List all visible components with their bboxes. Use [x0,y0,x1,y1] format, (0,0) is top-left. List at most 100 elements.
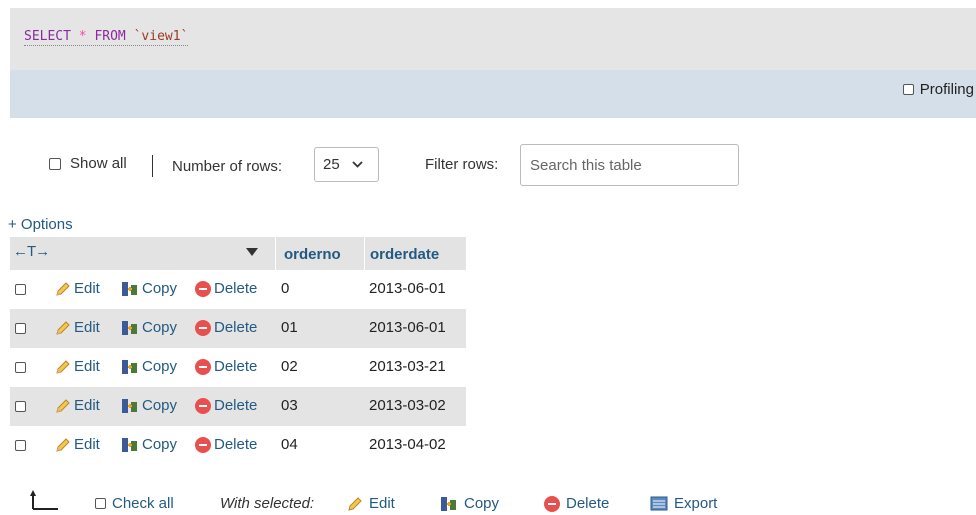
sql-star: * [78,29,87,44]
table-navigation: Show all Number of rows: 25 Filter rows:… [0,144,976,186]
copy-label: Copy [142,397,178,414]
row-copy-link[interactable]: Copy [121,358,177,375]
delete-label: Delete [214,358,258,375]
copy-label: Copy [142,436,178,453]
row-checkbox[interactable] [15,284,26,295]
profiling-toggle[interactable]: Profiling [902,81,974,98]
copy-icon [122,437,137,452]
copy-icon [122,359,137,374]
row-edit-link[interactable]: Edit [55,358,100,375]
delete-icon [195,280,211,297]
table-row: Edit Copy Delete 03 2013-03-02 [10,387,466,426]
sql-query[interactable]: SELECT * FROM `view1` [24,29,189,46]
search-input[interactable]: Search this table [520,144,739,186]
bulk-copy-button[interactable]: Copy [440,495,499,512]
edit-label: Edit [74,358,100,375]
delete-icon [544,495,560,512]
show-all-toggle[interactable]: Show all [49,155,127,172]
cell-orderno: 03 [281,397,298,414]
table-row: Edit Copy Delete 01 2013-06-01 [10,309,466,348]
bulk-edit-label: Edit [369,495,395,512]
row-copy-link[interactable]: Copy [121,319,177,336]
row-delete-link[interactable]: Delete [195,436,257,453]
export-icon [650,496,668,511]
rows-select-value: 25 [323,156,340,173]
copy-icon [122,398,137,413]
column-separator [275,237,276,270]
row-delete-link[interactable]: Delete [195,280,257,297]
edit-label: Edit [74,397,100,414]
row-delete-link[interactable]: Delete [195,319,257,336]
cell-orderdate: 2013-03-02 [369,397,446,414]
bulk-delete-button[interactable]: Delete [544,495,609,512]
number-of-rows-select[interactable]: 25 [314,147,379,182]
edit-label: Edit [74,436,100,453]
sort-dropdown-icon[interactable] [246,248,258,256]
pencil-icon [56,437,70,452]
row-checkbox[interactable] [15,362,26,373]
copy-icon [441,496,456,511]
check-all-toggle[interactable]: Check all [95,495,174,512]
copy-icon [122,320,137,335]
nav-separator [152,155,153,177]
sql-table-name: `view1` [133,29,189,44]
chevron-down-icon [352,159,363,171]
row-checkbox[interactable] [15,323,26,334]
cell-orderdate: 2013-03-21 [369,358,446,375]
pencil-icon [56,359,70,374]
show-all-checkbox[interactable] [49,157,61,170]
row-delete-link[interactable]: Delete [195,358,257,375]
check-all-label: Check all [112,495,174,512]
arrow-up-corner-icon [30,490,58,510]
copy-label: Copy [142,358,178,375]
bulk-export-label: Export [674,495,718,512]
column-separator [364,237,365,270]
check-all-checkbox[interactable] [95,498,106,509]
column-header-orderno[interactable]: orderno [284,246,341,263]
show-all-label: Show all [70,155,127,172]
profiling-label: Profiling [919,81,974,98]
delete-icon [195,436,211,453]
row-checkbox[interactable] [15,440,26,451]
cell-orderno: 04 [281,436,298,453]
cell-orderdate: 2013-04-02 [369,436,446,453]
row-edit-link[interactable]: Edit [55,319,100,336]
delete-icon [195,319,211,336]
row-edit-link[interactable]: Edit [55,436,100,453]
with-selected-label: With selected: [220,495,315,512]
row-copy-link[interactable]: Copy [121,436,177,453]
copy-label: Copy [142,319,178,336]
pencil-icon [56,398,70,413]
table-row: Edit Copy Delete 02 2013-03-21 [10,348,466,387]
row-copy-link[interactable]: Copy [121,280,177,297]
copy-icon [122,281,137,296]
column-header-orderdate[interactable]: orderdate [370,246,439,263]
table-row: Edit Copy Delete 0 2013-06-01 [10,270,466,309]
bulk-edit-button[interactable]: Edit [347,495,395,512]
edit-label: Edit [74,319,100,336]
row-delete-link[interactable]: Delete [195,397,257,414]
table-row: Edit Copy Delete 04 2013-04-02 [10,426,466,465]
cell-orderdate: 2013-06-01 [369,280,446,297]
row-checkbox[interactable] [15,401,26,412]
options-toggle[interactable]: + Options [8,216,73,233]
row-edit-link[interactable]: Edit [55,280,100,297]
column-resize-arrows-icon[interactable]: ←T→ [13,243,50,260]
row-copy-link[interactable]: Copy [121,397,177,414]
delete-label: Delete [214,397,258,414]
delete-label: Delete [214,280,258,297]
row-edit-link[interactable]: Edit [55,397,100,414]
pencil-icon [348,496,362,511]
pencil-icon [56,281,70,296]
cell-orderno: 01 [281,319,298,336]
cell-orderdate: 2013-06-01 [369,319,446,336]
cell-orderno: 0 [281,280,290,297]
bulk-export-button[interactable]: Export [650,495,717,512]
bulk-delete-label: Delete [566,495,610,512]
sql-keyword-from: FROM [94,29,126,44]
cell-orderno: 02 [281,358,298,375]
profiling-checkbox[interactable] [902,84,914,95]
filter-rows-label: Filter rows: [425,156,499,173]
delete-icon [195,397,211,414]
edit-label: Edit [74,280,100,297]
